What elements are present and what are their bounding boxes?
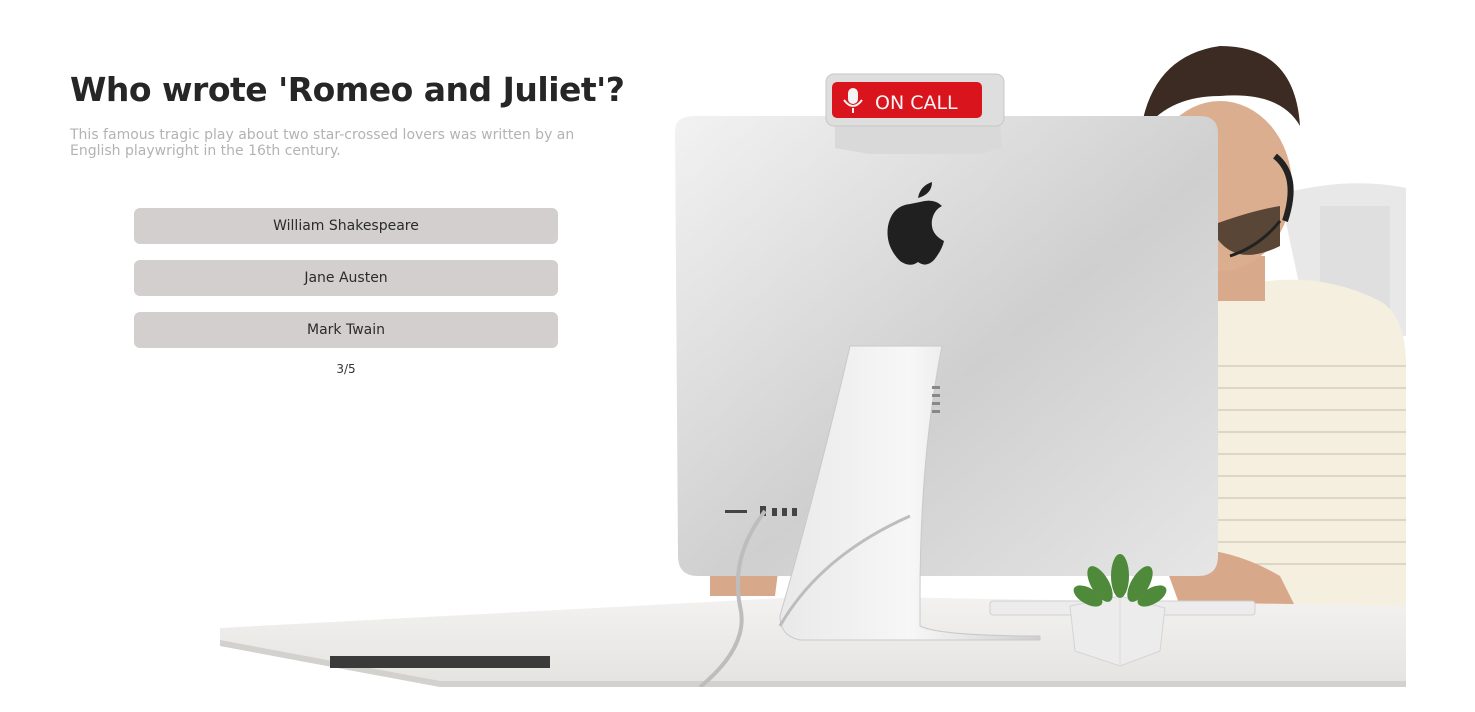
answer-button-mark-twain[interactable]: Mark Twain bbox=[134, 312, 558, 348]
quiz-page: ON CALL Who wrote 'Romeo and Juliet'? Th… bbox=[0, 0, 1475, 712]
imac-monitor bbox=[675, 116, 1218, 576]
question-description: This famous tragic play about two star-c… bbox=[70, 127, 575, 159]
answer-list: William Shakespeare Jane Austen Mark Twa… bbox=[134, 208, 558, 364]
on-call-sign: ON CALL bbox=[825, 73, 1005, 154]
question-progress: 3/5 bbox=[336, 362, 356, 376]
on-call-sign-text: ON CALL bbox=[875, 92, 958, 114]
answer-button-jane-austen[interactable]: Jane Austen bbox=[134, 260, 558, 296]
answer-button-william-shakespeare[interactable]: William Shakespeare bbox=[134, 208, 558, 244]
question-title: Who wrote 'Romeo and Juliet'? bbox=[70, 70, 625, 109]
